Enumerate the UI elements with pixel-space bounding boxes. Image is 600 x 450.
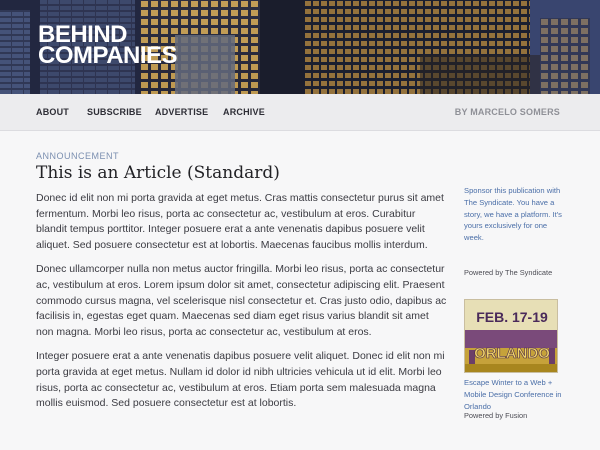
article-body: Donec id elit non mi porta gravida at eg… [36, 191, 448, 421]
ad-city-text: ORLANDO [474, 345, 550, 362]
article-paragraph: Donec id elit non mi porta gravida at eg… [36, 192, 444, 252]
article-category[interactable]: ANNOUNCEMENT [36, 151, 119, 161]
nav-advertise-link[interactable]: ADVERTISE [155, 107, 208, 117]
logo-line-2: COMPANIES [38, 42, 178, 69]
site-logo[interactable]: BEHIND COMPANIES [38, 23, 178, 69]
main-nav: ABOUT SUBSCRIBE ADVERTISE ARCHIVE BY MAR… [0, 94, 600, 131]
nav-subscribe-link[interactable]: SUBSCRIBE [87, 107, 142, 117]
ad-date-text: FEB. 17-19 [476, 309, 548, 325]
ad-caption-link[interactable]: Escape Winter to a Web + Mobile Design C… [464, 377, 564, 412]
article-paragraph: Donec ullamcorper nulla non metus auctor… [36, 263, 447, 339]
ad-powered-by-link[interactable]: Powered by Fusion [464, 411, 564, 420]
nav-about-link[interactable]: ABOUT [36, 107, 69, 117]
article-paragraph: Integer posuere erat a ante venenatis da… [36, 350, 445, 410]
orlando-ad-art: FEB. 17-19 ORLANDO [465, 300, 557, 372]
article-title: This is an Article (Standard) [36, 163, 280, 183]
sponsor-link[interactable]: Sponsor this publication with The Syndic… [464, 185, 564, 244]
nav-archive-link[interactable]: ARCHIVE [223, 107, 265, 117]
sponsor-ad-image[interactable]: FEB. 17-19 ORLANDO [464, 299, 558, 373]
header-hero: BEHIND COMPANIES [0, 0, 600, 94]
author-byline[interactable]: BY MARCELO SOMERS [455, 107, 560, 117]
sponsor-powered-by-link[interactable]: Powered by The Syndicate [464, 268, 564, 277]
